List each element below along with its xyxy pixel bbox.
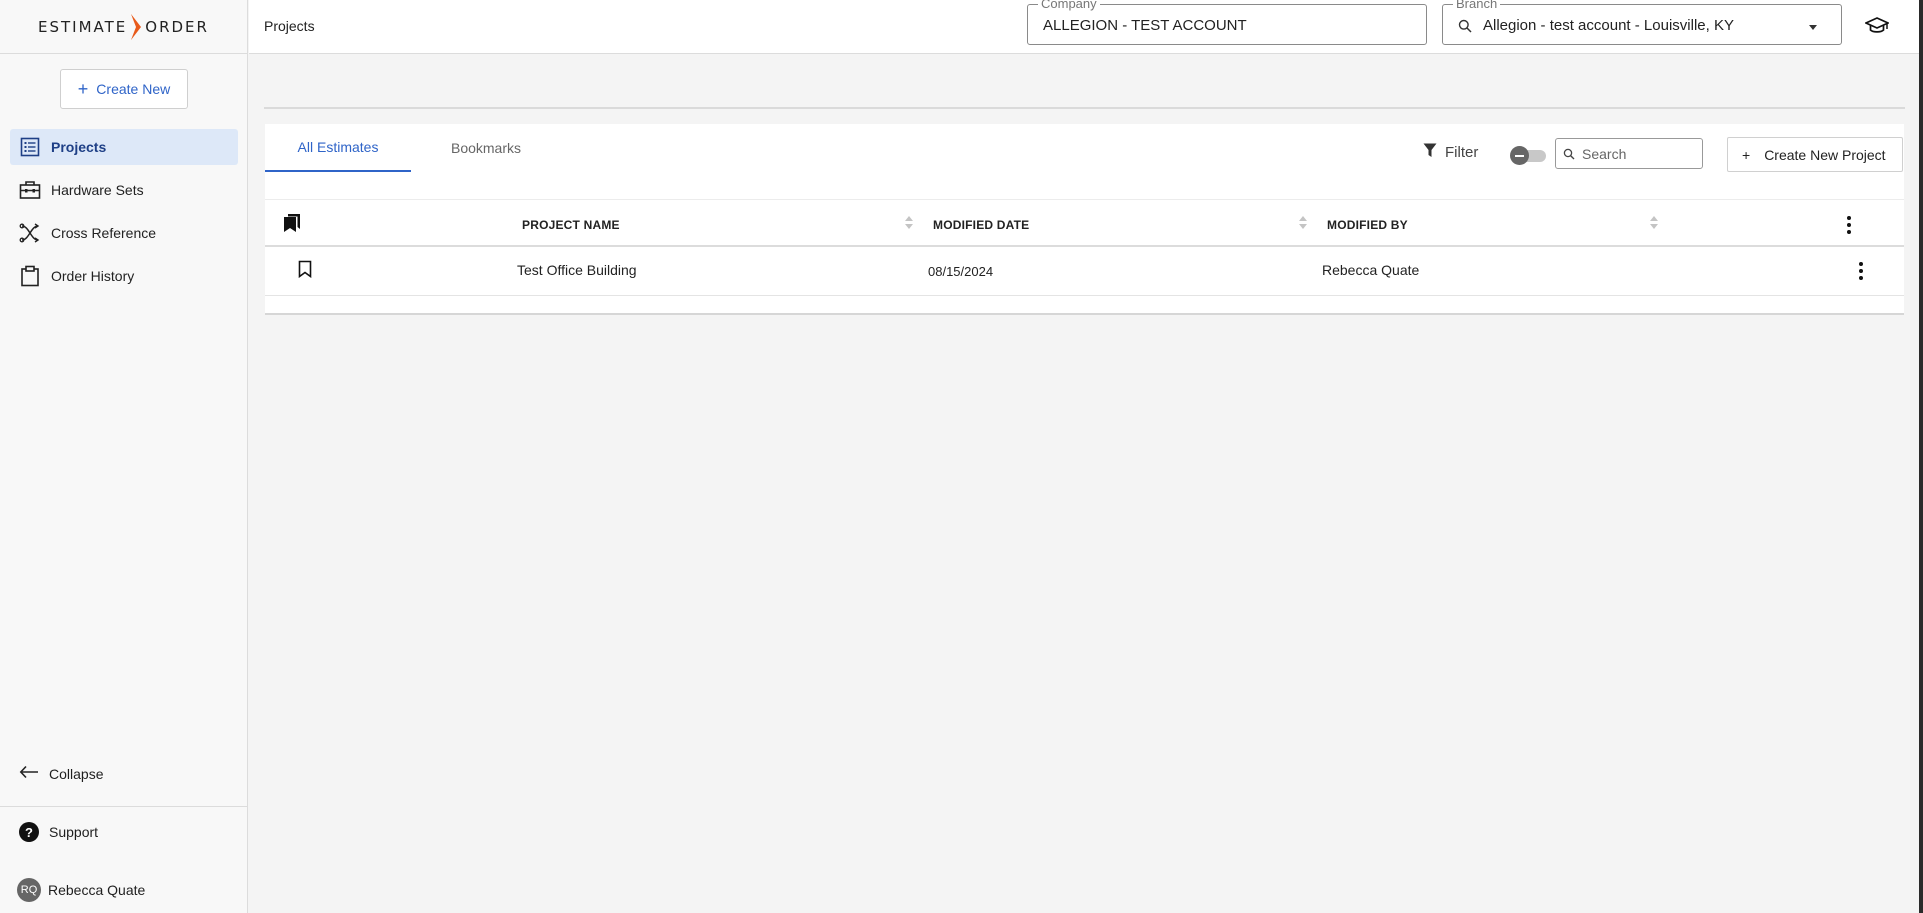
cross-reference-icon (19, 222, 41, 244)
sidebar-item-label: Hardware Sets (51, 182, 144, 198)
create-new-button[interactable]: + Create New (60, 69, 188, 109)
sort-icon[interactable] (1650, 216, 1659, 230)
cell-modified-by: Rebecca Quate (1322, 262, 1420, 278)
search-box[interactable] (1555, 138, 1703, 169)
search-icon (1563, 147, 1575, 165)
cell-modified-date: 08/15/2024 (928, 264, 994, 279)
content-divider (264, 107, 1905, 109)
search-input[interactable] (1582, 145, 1698, 163)
clipboard-icon (19, 265, 41, 287)
column-header-modified-by[interactable]: MODIFIED BY (1327, 218, 1408, 232)
collapse-button[interactable]: Collapse (19, 765, 103, 782)
sidebar-item-label: Order History (51, 268, 135, 284)
user-menu[interactable]: RQ Rebecca Quate (17, 878, 145, 902)
branch-select-value: Allegion - test account - Louisville, KY (1483, 17, 1734, 34)
breadcrumb: Projects (264, 18, 315, 34)
sidebar-nav: Projects Hardware Sets Cross Reference O… (10, 129, 238, 301)
support-link[interactable]: ? Support (19, 822, 98, 842)
logo-text-estimate: ESTIMATE (38, 17, 128, 36)
tab-bar: All Estimates Bookmarks (265, 124, 561, 172)
list-icon (19, 136, 41, 158)
arrow-left-icon (19, 765, 39, 782)
filter-label: Filter (1445, 144, 1479, 161)
logo-chevron-icon (131, 13, 142, 40)
company-field[interactable]: Company ALLEGION - TEST ACCOUNT (1027, 0, 1427, 45)
column-header-modified-date[interactable]: MODIFIED DATE (933, 218, 1029, 232)
more-vertical-icon[interactable] (1846, 216, 1852, 234)
sidebar-item-cross-reference[interactable]: Cross Reference (10, 215, 238, 251)
logo-text-order: ORDER (145, 17, 209, 36)
sidebar-item-projects[interactable]: Projects (10, 129, 238, 165)
sidebar-item-label: Projects (51, 139, 107, 155)
filter-icon (1423, 143, 1437, 162)
toolbox-icon (19, 179, 41, 201)
create-new-project-label: Create New Project (1764, 146, 1886, 163)
company-field-value: ALLEGION - TEST ACCOUNT (1043, 17, 1247, 34)
sidebar-divider (0, 806, 248, 807)
more-vertical-icon[interactable] (1858, 262, 1864, 280)
table-header: PROJECT NAME MODIFIED DATE MODIFIED BY (265, 199, 1904, 247)
branch-select[interactable]: Branch Allegion - test account - Louisvi… (1442, 0, 1842, 45)
bookmarks-icon[interactable] (283, 213, 301, 238)
plus-icon: + (77, 79, 89, 99)
cell-project-name[interactable]: Test Office Building (517, 262, 637, 278)
plus-icon: + (1742, 146, 1751, 163)
window-edge (1919, 0, 1923, 913)
search-icon (1458, 19, 1472, 38)
sidebar-item-hardware-sets[interactable]: Hardware Sets (10, 172, 238, 208)
branch-field-label: Branch (1453, 0, 1501, 11)
tab-all-estimates[interactable]: All Estimates (265, 124, 411, 172)
sort-icon[interactable] (1299, 216, 1308, 230)
sidebar: ESTIMATE ORDER + Create New Projects Har… (0, 0, 248, 913)
help-icon: ? (19, 822, 39, 842)
create-new-label: Create New (96, 81, 171, 97)
sidebar-item-order-history[interactable]: Order History (10, 258, 238, 294)
user-name: Rebecca Quate (48, 882, 146, 898)
sidebar-item-label: Cross Reference (51, 225, 157, 241)
company-field-label: Company (1038, 0, 1100, 11)
app-logo[interactable]: ESTIMATE ORDER (0, 0, 247, 54)
filter-button[interactable]: Filter (1423, 143, 1478, 162)
table-row[interactable]: Test Office Building 08/15/2024 Rebecca … (265, 247, 1904, 296)
toggle-knob (1510, 146, 1529, 165)
support-label: Support (49, 824, 99, 840)
graduation-cap-icon[interactable] (1863, 15, 1891, 40)
bookmark-icon[interactable] (298, 260, 312, 283)
create-new-project-button[interactable]: + Create New Project (1727, 137, 1903, 172)
column-header-project-name[interactable]: PROJECT NAME (522, 218, 620, 232)
sort-icon[interactable] (905, 216, 914, 230)
toggle-switch[interactable] (1510, 146, 1548, 165)
chevron-down-icon[interactable] (1809, 25, 1817, 30)
avatar: RQ (17, 878, 41, 902)
tab-bookmarks[interactable]: Bookmarks (411, 124, 561, 172)
top-bar: Projects Company ALLEGION - TEST ACCOUNT… (249, 0, 1923, 54)
collapse-label: Collapse (49, 765, 104, 782)
projects-card: All Estimates Bookmarks Filter + Create … (265, 124, 1904, 315)
